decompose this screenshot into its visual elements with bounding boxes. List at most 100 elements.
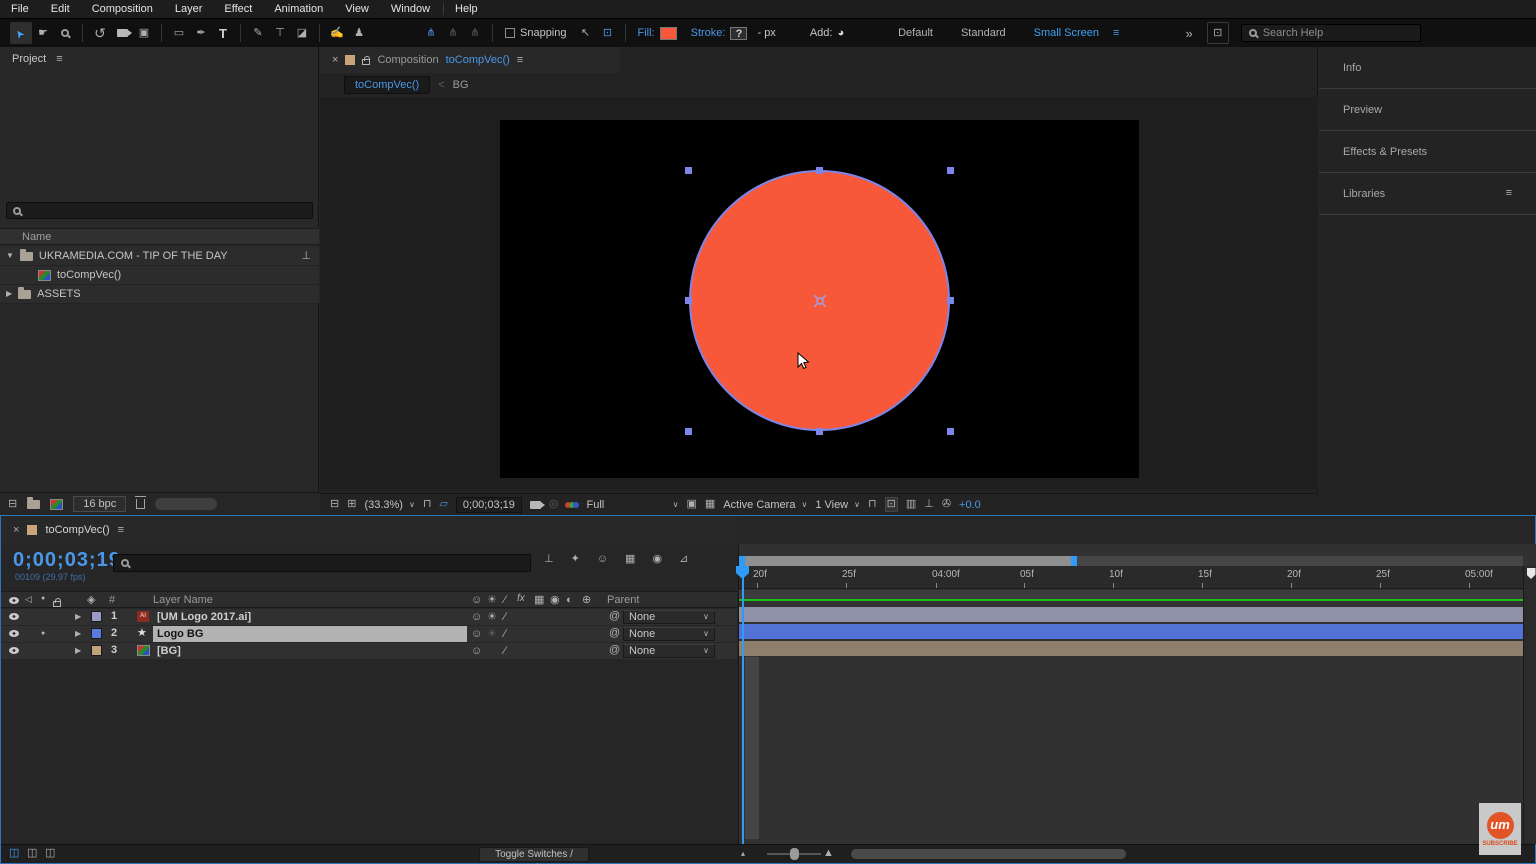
new-folder-icon[interactable] — [27, 496, 41, 509]
snap-frame-button[interactable]: ⊡ — [597, 22, 619, 44]
camera-tool-button[interactable] — [111, 22, 133, 44]
quality-switch[interactable]: ∕ — [504, 612, 506, 623]
anchor-point-icon[interactable] — [811, 292, 829, 310]
project-item-folder-ukramedia[interactable]: ▼ UKRAMEDIA.COM - TIP OF THE DAY ⊥ — [0, 247, 319, 266]
quality-switch[interactable]: ∕ — [504, 629, 506, 640]
resolution-dropdown[interactable]: Full ∨ — [587, 499, 679, 511]
composition-mini-flowchart-icon[interactable]: ⊥ — [544, 554, 554, 565]
parent-pickwhip-icon[interactable]: @ — [609, 628, 620, 639]
workspace-bar-settings-button[interactable]: ⊡ — [1206, 22, 1229, 44]
libraries-menu-icon[interactable]: ≡ — [1506, 188, 1512, 199]
primary-viewer-icon[interactable]: ⊞ — [347, 499, 356, 510]
layer-visibility-eye-icon[interactable] — [9, 647, 19, 654]
delete-icon[interactable] — [135, 496, 147, 509]
menu-effect[interactable]: Effect — [213, 3, 263, 15]
panel-menu-icon[interactable]: ≡ — [118, 524, 124, 536]
parent-dropdown[interactable]: None ∨ — [623, 610, 715, 624]
interpret-footage-icon[interactable]: ⊟ — [8, 498, 17, 510]
workspace-standard[interactable]: Standard — [947, 27, 1020, 39]
expand-right-icon[interactable]: ▶ — [6, 290, 12, 298]
close-icon[interactable]: × — [332, 54, 338, 66]
composition-tab[interactable]: × Composition toCompVec() ≡ — [320, 47, 620, 73]
layer-expand-icon[interactable]: ▶ — [75, 647, 81, 655]
snapping-checkbox[interactable] — [505, 28, 515, 38]
workspace-default[interactable]: Default — [884, 27, 947, 39]
time-navigator-range[interactable] — [742, 556, 1074, 566]
footer-scrollbar[interactable] — [155, 498, 218, 510]
selection-handle[interactable] — [685, 297, 692, 304]
layer-duration-bar-3[interactable] — [739, 641, 1523, 656]
shy-switch[interactable]: ☺ — [471, 612, 482, 623]
timeline-search-box[interactable] — [113, 554, 531, 572]
snap-options-button[interactable]: ↖ — [575, 22, 597, 44]
menu-animation[interactable]: Animation — [263, 3, 334, 15]
lock-icon[interactable] — [362, 55, 371, 65]
type-tool-button[interactable]: T — [212, 22, 234, 44]
layer-switches-pane-toggle-icon[interactable]: ◫ — [9, 848, 19, 859]
project-search-box[interactable] — [6, 202, 313, 219]
world-axis-mode-button[interactable]: ⋔ — [442, 22, 464, 44]
parent-pickwhip-icon[interactable]: @ — [609, 645, 620, 656]
workspace-menu-icon[interactable]: ≡ — [1113, 27, 1119, 39]
workspace-overflow-icon[interactable]: » — [1185, 27, 1192, 40]
project-panel-menu-icon[interactable]: ≡ — [56, 53, 62, 65]
layer-expand-icon[interactable]: ▶ — [75, 613, 81, 621]
timeline-zoom-slider-knob[interactable] — [790, 848, 799, 860]
layer-row-2[interactable]: ● ▶ 2 ★ Logo BG ☺ ☀ ∕ @ None ∨ — [1, 626, 737, 642]
shy-switch[interactable]: ☺ — [471, 629, 482, 640]
hide-shy-layers-icon[interactable]: ☺ — [597, 554, 608, 565]
layer-name[interactable]: [BG] — [153, 643, 467, 659]
navigator-start-handle[interactable] — [739, 556, 745, 566]
layer-name[interactable]: Logo BG — [153, 626, 467, 642]
project-name-column-header[interactable]: Name — [0, 228, 319, 245]
graph-editor-icon[interactable]: ⊿ — [679, 554, 688, 565]
toggle-switches-modes-button[interactable]: Toggle Switches / Modes — [479, 847, 589, 864]
selection-handle[interactable] — [685, 167, 692, 174]
navigator-end-handle[interactable] — [1071, 556, 1077, 566]
menu-layer[interactable]: Layer — [164, 3, 214, 15]
zoom-tool-button[interactable] — [54, 22, 76, 44]
panel-tab-info[interactable]: Info — [1319, 47, 1536, 89]
eraser-tool-button[interactable]: ◪ — [291, 22, 313, 44]
zoom-in-mountain-icon[interactable]: ▲ — [823, 848, 834, 859]
panel-tab-libraries[interactable]: Libraries ≡ — [1319, 173, 1536, 215]
layer-row-3[interactable]: ▶ 3 [BG] ☺ ∕ @ None ∨ — [1, 643, 737, 659]
menu-view[interactable]: View — [334, 3, 380, 15]
layer-duration-bar-2[interactable] — [739, 624, 1523, 639]
layer-name-column-label[interactable]: Layer Name — [153, 594, 213, 606]
safe-margins-icon[interactable]: ⊓ — [423, 499, 432, 510]
draft-3d-icon[interactable]: ✦ — [571, 554, 580, 565]
snapshot-icon[interactable] — [529, 500, 545, 509]
selection-handle[interactable] — [816, 428, 823, 435]
pixel-aspect-correction-icon[interactable]: ⊡ — [884, 497, 898, 512]
composition-viewer[interactable] — [320, 97, 1318, 489]
layer-expand-icon[interactable]: ▶ — [75, 630, 81, 638]
fill-color-swatch[interactable] — [659, 26, 677, 40]
flowchart-button-icon[interactable]: ⊥ — [924, 499, 934, 510]
playhead-line[interactable] — [742, 566, 744, 844]
layer-duration-bar-1[interactable] — [739, 607, 1523, 622]
breadcrumb-parent[interactable]: BG — [453, 79, 469, 91]
time-navigator-track[interactable] — [739, 556, 1523, 566]
pen-tool-button[interactable]: ✒ — [190, 22, 212, 44]
breadcrumb-current[interactable]: toCompVec() — [344, 76, 431, 94]
roto-brush-tool-button[interactable]: ✍ — [326, 22, 348, 44]
project-item-composition[interactable]: toCompVec() — [0, 266, 319, 285]
rectangle-tool-button[interactable]: ▭ — [168, 22, 190, 44]
menu-file[interactable]: File — [0, 3, 40, 15]
parent-dropdown[interactable]: None ∨ — [623, 644, 715, 658]
expand-down-icon[interactable]: ▼ — [6, 252, 14, 260]
project-panel-title[interactable]: Project — [12, 53, 46, 65]
layer-label-swatch[interactable] — [91, 628, 102, 639]
menu-help[interactable]: Help — [443, 3, 489, 15]
rotate-tool-button[interactable]: ↺ — [89, 22, 111, 44]
current-time-display[interactable]: 0;00;03;19 — [455, 496, 522, 513]
parent-column-label[interactable]: Parent — [607, 594, 639, 606]
menu-composition[interactable]: Composition — [81, 3, 164, 15]
layer-label-swatch[interactable] — [91, 645, 102, 656]
composition-stage[interactable] — [500, 120, 1139, 478]
selection-handle[interactable] — [816, 167, 823, 174]
comp-marker-bin-icon[interactable] — [1526, 568, 1536, 579]
frame-blending-icon[interactable]: ▦ — [625, 554, 635, 565]
solo-dot-icon[interactable]: ● — [41, 630, 45, 637]
